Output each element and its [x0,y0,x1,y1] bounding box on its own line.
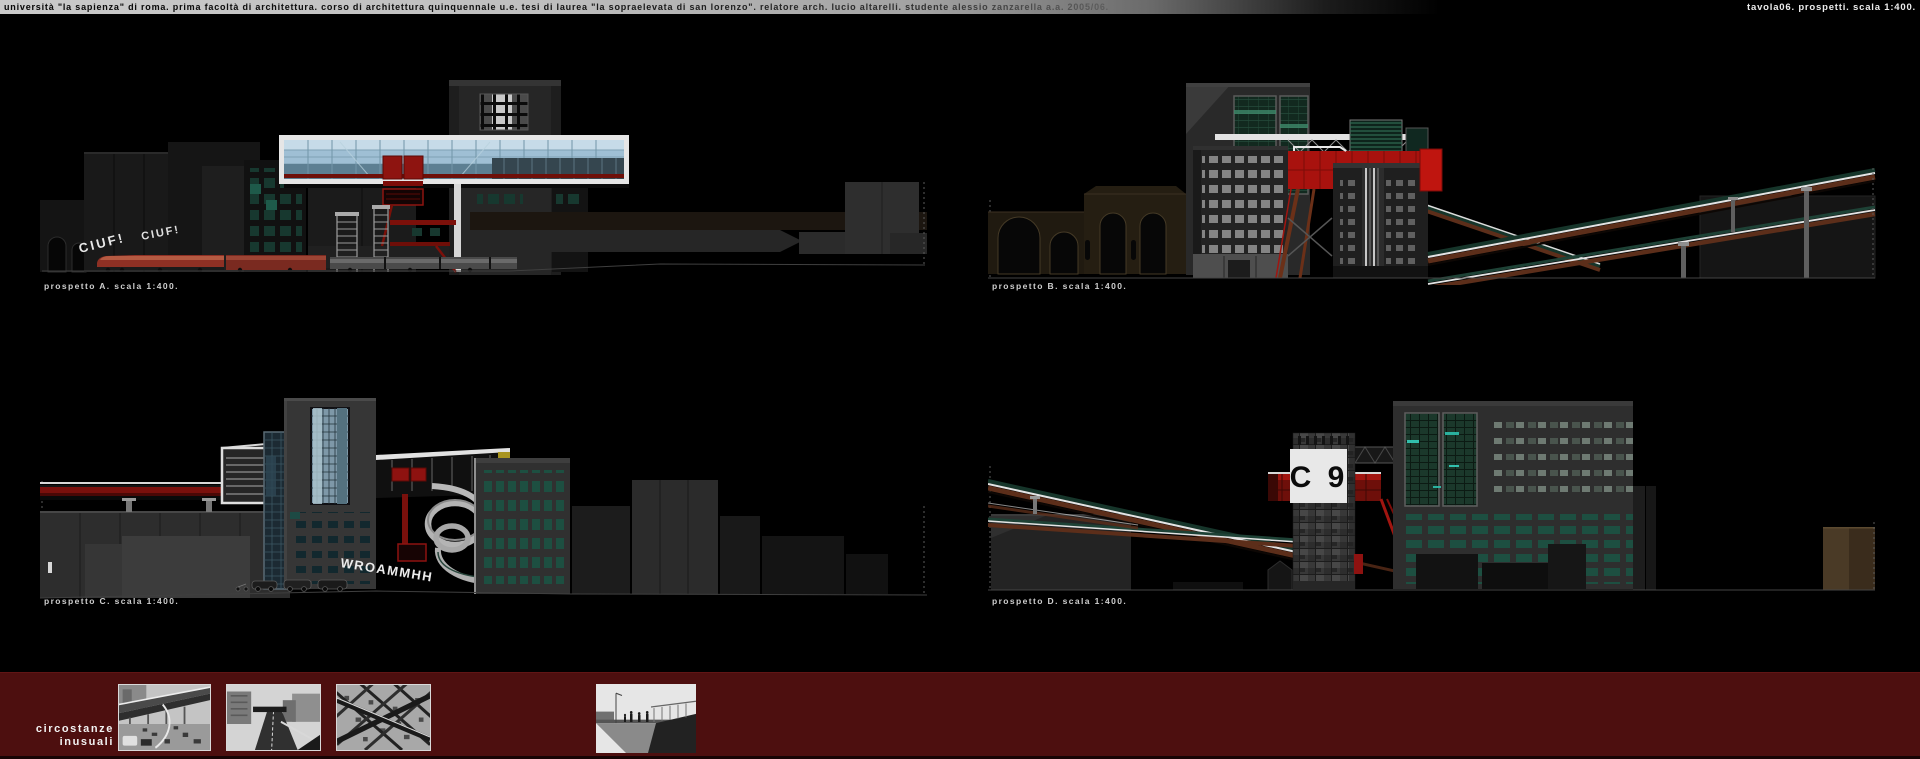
footer-strip: circostanze inusuali [0,672,1920,759]
title-bar: università "la sapienza" di roma. prima … [0,0,1920,14]
brown-box [1823,527,1875,590]
caption-elevation-c: prospetto C. scala 1:400. [44,596,179,606]
footer-series-title: circostanze inusuali [8,723,114,748]
photo-elevated-road-market [118,684,211,751]
right-midrise-building [474,458,570,594]
elevation-b-svg [988,50,1878,285]
footer-title-line2: inusuali [8,736,114,749]
photo-people-on-overpass [596,684,696,753]
elevation-d-drawing: C 9 [988,386,1878,621]
caption-elevation-d: prospetto D. scala 1:400. [992,596,1127,606]
viaduct-deck [40,482,252,512]
presentation-board: università "la sapienza" di roma. prima … [0,0,1920,759]
ground-platform [1173,582,1243,590]
c9-sign-text: C 9 [1290,461,1349,494]
caption-elevation-a: prospetto A. scala 1:400. [44,281,179,291]
photo-people-on-overpass-image [596,684,696,753]
red-block [1420,149,1442,191]
elevation-a-svg: CIUF! CIUF! [40,50,930,285]
glass-tube-building [279,135,629,188]
footer-title-line1: circostanze [8,723,114,736]
small-house [1268,561,1292,590]
roof-truss [1355,447,1395,463]
historic-arched-wall [988,186,1188,274]
right-tower [1333,163,1428,278]
elevation-c-drawing: WROAMMHH [40,386,930,621]
photo-road-trench-overpass-image [227,685,320,750]
caption-elevation-b: prospetto B. scala 1:400. [992,281,1127,291]
elevation-a-drawing: CIUF! CIUF! [40,50,930,285]
c9-sign: C 9 [1290,449,1349,503]
sheet-title: tavola06. prospetti. scala 1:400. [1747,2,1916,13]
left-arched-wall [40,200,86,272]
front-midrise-building [1193,146,1288,278]
elevation-d-svg: C 9 [988,386,1878,621]
photo-elevated-road-market-image [119,685,210,750]
photo-steel-grid-market [336,684,431,751]
elevation-b-drawing [988,50,1878,285]
right-skyline [572,480,888,594]
elevation-c-svg: WROAMMHH [40,386,930,621]
photo-road-trench-overpass [226,684,321,751]
thesis-title: università "la sapienza" di roma. prima … [4,2,1109,12]
photo-steel-grid-market-image [337,685,430,750]
right-tower-building [1393,401,1656,590]
